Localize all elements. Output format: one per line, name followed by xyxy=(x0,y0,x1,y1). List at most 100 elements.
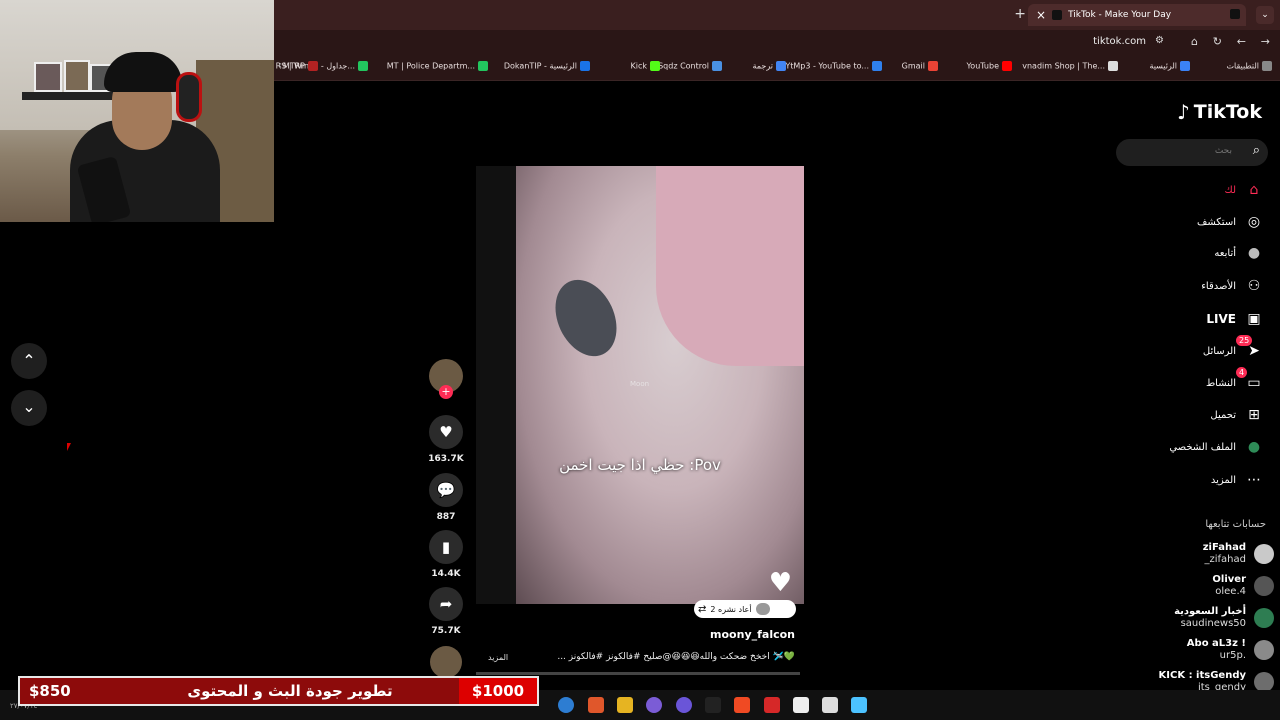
nav-item[interactable]: LIVE ▣ xyxy=(1206,309,1264,329)
back-icon[interactable]: ← xyxy=(1237,35,1246,48)
bookmark-item[interactable]: Kick xyxy=(631,61,660,71)
account-avatar xyxy=(1254,640,1274,660)
bookmark-label: ترجمة xyxy=(752,61,774,71)
creator-avatar-button[interactable]: + xyxy=(428,359,464,399)
tab-tiktok[interactable]: × TikTok - Make Your Day xyxy=(1028,4,1246,26)
caption-more-button[interactable]: المزيد xyxy=(488,653,508,662)
bookmark-item[interactable]: vnadim Shop | The... xyxy=(1022,61,1118,71)
site-settings-icon[interactable]: ⚙ xyxy=(1155,35,1164,46)
followed-account[interactable]: Abo aL3z ! ur5p. xyxy=(1187,638,1274,662)
bookmark-favicon-icon xyxy=(580,61,590,71)
followed-account[interactable]: Oliver olee.4 xyxy=(1212,574,1274,598)
save-button[interactable]: ▮ 14.4K xyxy=(428,530,464,579)
bookmark-item[interactable]: MT | Police Departm... xyxy=(387,61,488,71)
obs-icon[interactable] xyxy=(646,697,662,713)
capcut-icon[interactable] xyxy=(793,697,809,713)
reload-icon[interactable]: ↻ xyxy=(1213,35,1222,48)
windows-start-icon[interactable] xyxy=(851,697,867,713)
search-icon[interactable]: ⌕ xyxy=(1253,143,1260,158)
bookmark-item[interactable]: ترجمة xyxy=(752,61,786,71)
comment-button[interactable]: 💬 887 xyxy=(428,473,464,522)
video-author[interactable]: moony_falcon xyxy=(710,628,795,641)
bookmark-label: DokanTIP - الرئيسية xyxy=(503,61,577,71)
app-red-icon[interactable] xyxy=(764,697,780,713)
next-video-button[interactable]: ⌄ xyxy=(11,390,47,426)
url-field[interactable]: tiktok.com xyxy=(1093,36,1146,47)
tab-close-icon[interactable]: × xyxy=(1036,8,1046,22)
nav-item[interactable]: المزيد ⋯ xyxy=(1211,470,1264,490)
bookmarks-bar: التطبيقات الرئيسية vnadim Shop | The... You… xyxy=(274,54,1280,81)
new-tab-button[interactable]: + xyxy=(1014,6,1026,22)
bookmark-item[interactable]: MTRP xyxy=(283,61,318,71)
account-avatar xyxy=(1254,672,1274,692)
cortana-icon[interactable] xyxy=(676,697,692,713)
account-avatar xyxy=(1254,576,1274,596)
bookmark-label: vnadim Shop | The... xyxy=(1022,61,1105,71)
webcam-overlay xyxy=(0,0,274,222)
bookmark-item[interactable]: التطبيقات xyxy=(1227,61,1272,71)
like-button[interactable]: ♥ 163.7K xyxy=(428,415,464,464)
account-username: ur5p. xyxy=(1219,650,1246,661)
sound-disc-icon xyxy=(430,646,462,678)
caption-more-ellipsis: ... xyxy=(557,652,566,662)
nav-label: لك xyxy=(1224,184,1236,196)
video-player[interactable]: Moon حظي اذا جيت اخمن :Pov ♥ xyxy=(476,166,804,604)
nav-item[interactable]: الملف الشخصي ● xyxy=(1169,437,1264,457)
repost-icon: ⇄ xyxy=(698,603,707,615)
tiktok-favicon-icon xyxy=(1052,10,1063,20)
brave-icon[interactable] xyxy=(734,697,750,713)
account-username: _zifahad xyxy=(1204,554,1247,565)
bookmark-item[interactable]: Sqdz Control xyxy=(658,61,722,71)
bookmark-item[interactable]: DokanTIP - الرئيسية xyxy=(504,61,590,71)
more-icon: ⋯ xyxy=(1247,472,1261,488)
nav-item[interactable]: النشاط ▭ 4 xyxy=(1206,367,1264,393)
nav-item[interactable]: أتابعه ● xyxy=(1214,243,1264,263)
nav-item[interactable]: لك ⌂ xyxy=(1225,180,1264,200)
nav-item[interactable]: الأصدقاء ⚇ xyxy=(1201,276,1264,296)
search-input[interactable]: بحث xyxy=(1215,146,1232,156)
nav-item[interactable]: استكشف ◎ xyxy=(1197,212,1264,232)
profile-icon: ● xyxy=(1247,439,1261,455)
bookmark-label: التطبيقات xyxy=(1226,61,1259,71)
bookmarks-overflow-icon[interactable]: ‹ xyxy=(278,60,282,71)
music-icon[interactable] xyxy=(705,697,721,713)
video-progress-bar[interactable] xyxy=(476,672,800,675)
menu-icon[interactable]: → xyxy=(1261,35,1270,48)
bookmark-item[interactable]: الرئيسية xyxy=(1149,61,1190,71)
nav-item[interactable]: الرسائل ➤ 25 xyxy=(1203,335,1264,361)
bookmark-item[interactable]: YouTube xyxy=(966,61,1012,71)
bookmark-item[interactable]: Gmail xyxy=(902,61,938,71)
tab-list-chevron-icon[interactable]: ⌄ xyxy=(1256,6,1274,24)
previous-video-button[interactable]: ⌃ xyxy=(11,343,47,379)
store-icon[interactable] xyxy=(822,697,838,713)
followed-account[interactable]: أخبار السعودية saudinews50 xyxy=(1174,606,1274,630)
search-box[interactable]: ⌕ بحث xyxy=(1116,139,1268,166)
goal-current-amount: $850 xyxy=(29,682,71,700)
file-explorer-icon[interactable] xyxy=(617,697,633,713)
follow-plus-icon[interactable]: + xyxy=(439,385,453,399)
share-button[interactable]: ➦ 75.7K xyxy=(428,587,464,636)
bookmark-favicon-icon xyxy=(1002,61,1012,71)
chrome-icon[interactable] xyxy=(558,697,574,713)
tiktok-logo[interactable]: ♪ TikTok xyxy=(1177,100,1262,124)
bookmark-label: MT | Police Departm... xyxy=(386,61,475,71)
nav-label: تحميل xyxy=(1210,409,1236,421)
nav-item[interactable]: تحميل ⊞ xyxy=(1210,405,1264,425)
app-icon[interactable] xyxy=(588,697,604,713)
like-count: 163.7K xyxy=(428,454,464,464)
bookmark-label: MTRP xyxy=(282,61,305,71)
followed-account[interactable]: ziFahad _zifahad xyxy=(1203,542,1274,566)
home-icon[interactable]: ⌂ xyxy=(1191,35,1198,48)
nav-label: الأصدقاء xyxy=(1201,280,1236,292)
repost-chip[interactable]: ⇄ 2 أعاد نشره xyxy=(694,600,796,618)
bookmark-item[interactable]: YtMp3 - YouTube to... xyxy=(785,61,882,71)
sound-disc-button[interactable] xyxy=(428,646,464,678)
video-overlay-text: حظي اذا جيت اخمن :Pov xyxy=(559,456,721,474)
goal-title: تطوير جودة البث و المحتوى xyxy=(187,682,393,700)
account-name: Abo aL3z ! xyxy=(1186,638,1246,649)
browser-address-bar: → ← ↻ ⌂ ⚙ tiktok.com xyxy=(274,30,1280,54)
nav-badge: 4 xyxy=(1236,367,1248,378)
following-avatar-icon: ● xyxy=(1247,245,1261,261)
bookmark-favicon-icon xyxy=(358,61,368,71)
bookmark-favicon-icon xyxy=(928,61,938,71)
